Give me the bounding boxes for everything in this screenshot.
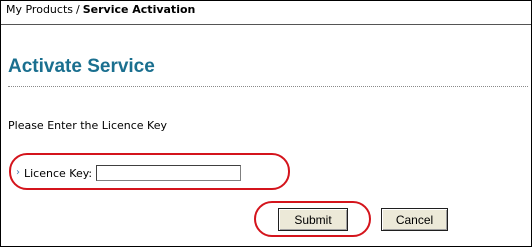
breadcrumb-divider — [1, 24, 531, 25]
breadcrumb-current: Service Activation — [82, 3, 196, 16]
licence-key-highlight-ring — [9, 153, 290, 190]
page-title: Activate Service — [8, 56, 155, 77]
submit-highlight-ring — [254, 201, 371, 237]
cancel-button[interactable]: Cancel — [381, 208, 448, 231]
breadcrumb: My Products / Service Activation — [6, 3, 195, 16]
content-frame: My Products / Service Activation Activate … — [0, 0, 532, 247]
breadcrumb-parent[interactable]: My Products — [6, 3, 73, 16]
instruction-text: Please Enter the Licence Key — [8, 119, 167, 132]
title-divider — [8, 86, 528, 87]
breadcrumb-separator: / — [76, 3, 80, 16]
